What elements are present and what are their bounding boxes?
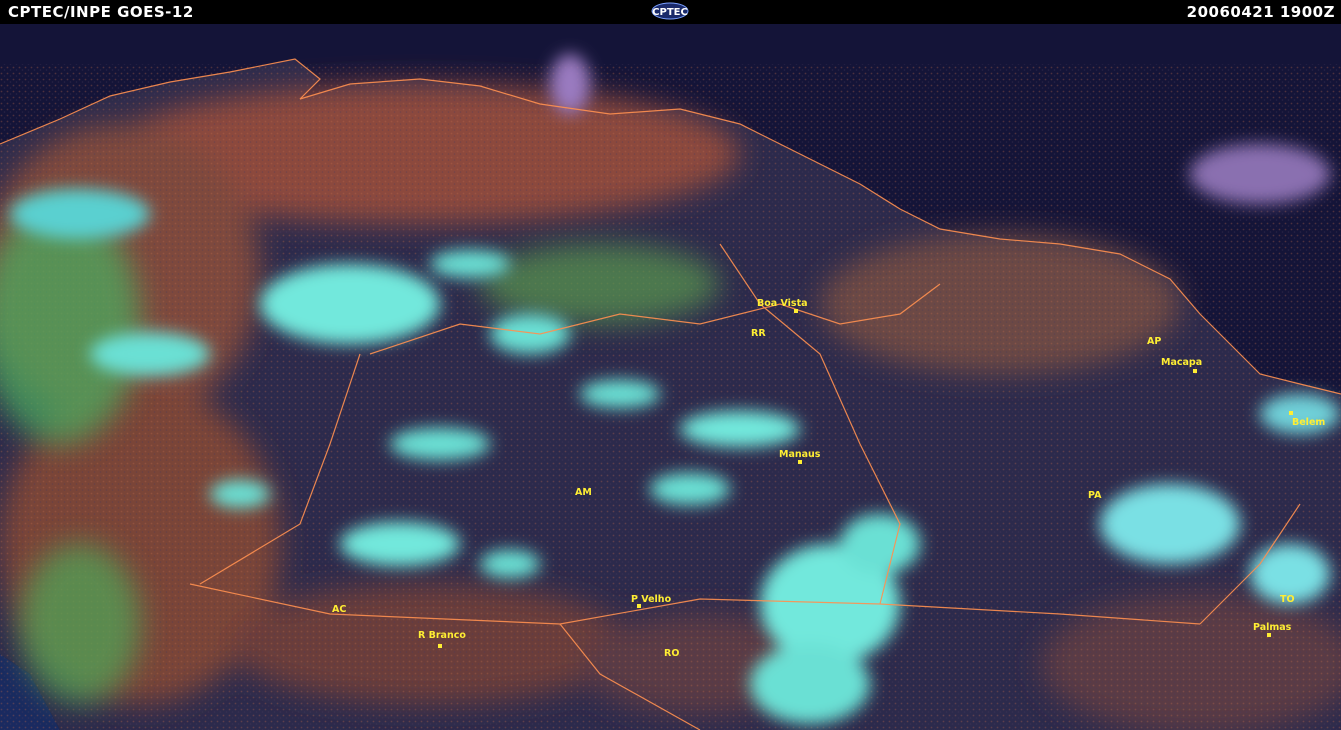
label-state-ac: AC — [332, 604, 346, 615]
marker-macapa — [1193, 369, 1197, 373]
cloud-5 — [430, 250, 510, 278]
cloud-4 — [490, 314, 570, 354]
cloud-13 — [840, 514, 920, 574]
label-state-to: TO — [1280, 594, 1295, 605]
label-state-pa: PA — [1088, 490, 1102, 501]
cloud-20 — [550, 54, 590, 114]
haze-southwest — [20, 544, 140, 704]
cloud-17 — [1260, 394, 1340, 434]
label-state-am: AM — [575, 487, 592, 498]
satellite-title: CPTEC/INPE GOES-12 — [8, 3, 194, 21]
label-palmas: Palmas — [1253, 622, 1292, 633]
label-state-ap: AP — [1147, 336, 1161, 347]
marker-belem — [1289, 411, 1293, 415]
cloud-6 — [680, 411, 800, 447]
label-macapa: Macapa — [1161, 357, 1202, 368]
header-bar: CPTEC/INPE GOES-12 CPTEC 20060421 1900Z — [0, 0, 1341, 24]
cloud-1 — [260, 264, 440, 344]
label-state-ro: RO — [664, 648, 679, 659]
cloud-9 — [340, 522, 460, 566]
label-r-branco: R Branco — [418, 630, 466, 641]
cloud-18 — [580, 380, 660, 408]
label-p-velho: P Velho — [631, 594, 672, 605]
cloud-8 — [390, 428, 490, 460]
satellite-map: Boa Vista Macapa Belem Manaus P Velho R … — [0, 24, 1341, 730]
cloud-14 — [1100, 484, 1240, 564]
cloud-2 — [10, 189, 150, 239]
cloud-10 — [480, 550, 540, 578]
cloud-19 — [210, 480, 270, 508]
marker-r-branco — [438, 644, 442, 648]
haze-north — [480, 244, 720, 324]
label-manaus: Manaus — [779, 449, 821, 460]
label-boa-vista: Boa Vista — [757, 298, 808, 309]
cptec-logo: CPTEC — [651, 2, 689, 20]
marker-palmas — [1267, 633, 1271, 637]
marker-manaus — [798, 460, 802, 464]
label-state-rr: RR — [751, 328, 766, 339]
timestamp: 20060421 1900Z — [1186, 3, 1335, 21]
label-belem: Belem — [1292, 417, 1325, 428]
land-speckle — [0, 64, 1341, 730]
cloud-7 — [650, 473, 730, 505]
marker-boa-vista — [794, 309, 798, 313]
logo-text: CPTEC — [652, 7, 688, 18]
cloud-16 — [1190, 144, 1330, 204]
cloud-12 — [750, 644, 870, 724]
cloud-3 — [90, 332, 210, 376]
